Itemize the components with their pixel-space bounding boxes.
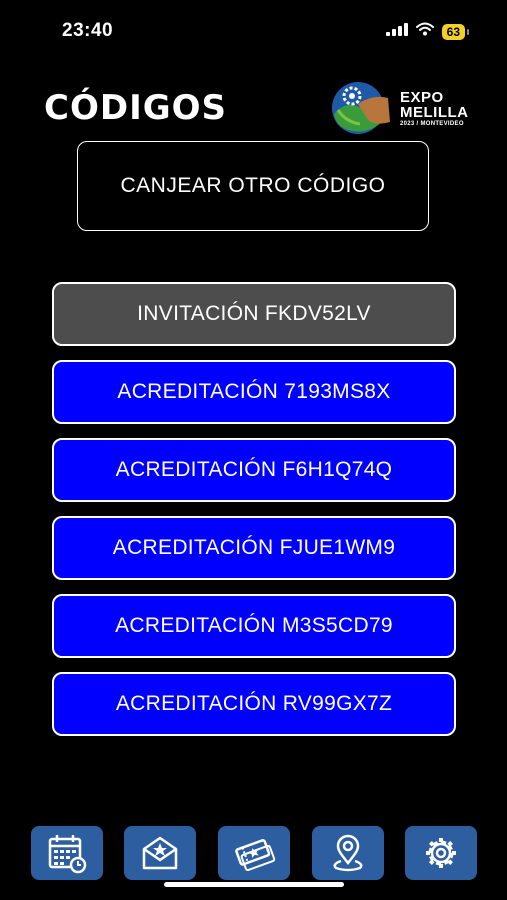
code-item-accreditation[interactable]: ACREDITACIÓN RV99GX7Z	[52, 672, 456, 736]
gear-icon	[426, 838, 456, 868]
expo-melilla-logo: EXPO MELILLA 2023 / MONTEVIDEO	[328, 80, 478, 136]
tab-map[interactable]	[312, 826, 384, 880]
code-item-accreditation[interactable]: ACREDITACIÓN FJUE1WM9	[52, 516, 456, 580]
tickets-icon	[235, 839, 276, 872]
logo-line-subtitle: 2023 / MONTEVIDEO	[400, 121, 464, 127]
code-item-accreditation[interactable]: ACREDITACIÓN F6H1Q74Q	[52, 438, 456, 502]
tab-tickets[interactable]	[218, 826, 290, 880]
logo-line-melilla: MELILLA	[400, 104, 469, 121]
status-bar: 23:40 63	[0, 0, 507, 60]
tab-settings[interactable]	[405, 826, 477, 880]
status-icons: 63	[385, 22, 470, 41]
page-title: CÓDIGOS	[44, 88, 228, 128]
code-item-accreditation[interactable]: ACREDITACIÓN M3S5CD79	[52, 594, 456, 658]
tab-invitations[interactable]	[124, 826, 196, 880]
logo-line-expo: EXPO	[400, 89, 444, 106]
envelope-icon	[142, 836, 178, 870]
map-pin-icon	[333, 834, 363, 872]
signal-icon	[385, 22, 408, 41]
logo-text: EXPO MELILLA 2023 / MONTEVIDEO	[400, 90, 469, 128]
battery-icon: 63	[441, 23, 470, 40]
expo-logo-emblem-icon	[332, 82, 390, 134]
bottom-tab-bar	[0, 826, 507, 886]
code-item-accreditation[interactable]: ACREDITACIÓN 7193MS8X	[52, 360, 456, 424]
code-item-invitation[interactable]: INVITACIÓN FKDV52LV	[52, 282, 456, 346]
calendar-icon	[48, 835, 87, 874]
codes-list: INVITACIÓN FKDV52LV ACREDITACIÓN 7193MS8…	[52, 282, 456, 750]
home-indicator[interactable]	[164, 882, 344, 887]
tab-calendar[interactable]	[31, 826, 103, 880]
redeem-another-code-button[interactable]: CANJEAR OTRO CÓDIGO	[77, 141, 429, 231]
wifi-icon	[415, 22, 434, 41]
status-time: 23:40	[62, 20, 114, 41]
